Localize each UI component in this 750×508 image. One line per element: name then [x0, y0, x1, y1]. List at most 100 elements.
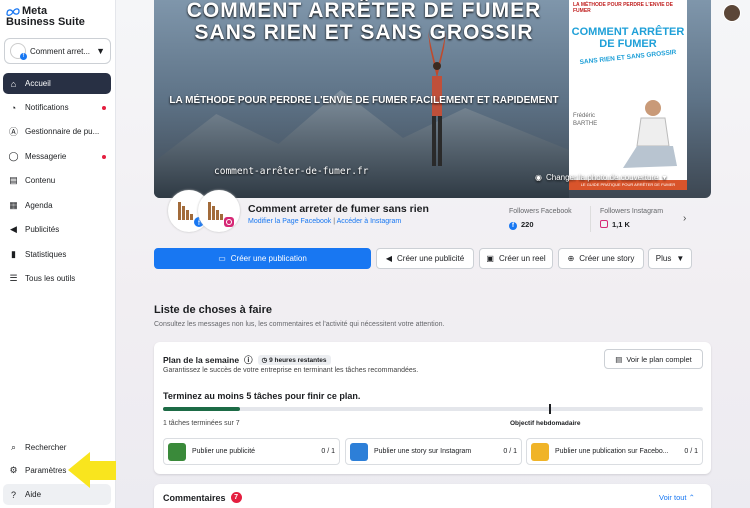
ad-manager-icon: Ⓐ [8, 127, 18, 137]
sidebar-item-label: Messagerie [25, 152, 67, 161]
sidebar-item-label: Aide [25, 490, 42, 499]
ad-task-icon [168, 442, 186, 461]
sidebar-item-label: Rechercher [25, 443, 67, 452]
search-icon: ⌕ [10, 442, 17, 452]
megaphone-icon: ◀ [385, 254, 392, 263]
task-count: 0 / 1 [684, 448, 698, 455]
chevron-right-icon[interactable]: › [683, 213, 686, 224]
sidebar-item-label: Paramètres [25, 466, 67, 475]
view-plan-label: Voir le plan complet [626, 354, 692, 364]
info-icon[interactable]: ⓘ [244, 354, 253, 366]
badge-label: 9 heures restantes [269, 357, 327, 364]
account-switcher[interactable]: f Comment arret... ▼ [4, 38, 111, 64]
instagram-icon [600, 220, 608, 228]
sidebar-item-notifications[interactable]: ◔ Notifications [3, 97, 111, 118]
page-name: Comment arreter de fumer sans rien [248, 203, 429, 215]
home-icon: ⌂ [10, 78, 17, 89]
gear-icon: ⚙ [9, 465, 18, 475]
author-first: Frédéric [573, 113, 596, 119]
more-button[interactable]: Plus ▼ [648, 248, 692, 269]
sidebar-item-label: Statistiques [25, 250, 67, 259]
account-avatar: f [10, 43, 27, 60]
weekly-plan-card: Plan de la semaine ⓘ ◷ 9 heures restantes … [154, 342, 711, 474]
sidebar-item-accueil[interactable]: ⌂ Accueil [3, 73, 111, 94]
open-instagram-link[interactable]: Accéder à Instagram [337, 218, 402, 225]
create-post-button[interactable]: ▭ Créer une publication [154, 248, 371, 269]
instagram-page-avatar[interactable] [198, 190, 240, 232]
chevron-down-icon: ▾ [662, 173, 667, 182]
chart-icon: ▮ [11, 249, 16, 259]
yellow-arrow-head [68, 452, 90, 488]
notification-dot [102, 154, 106, 159]
edit-facebook-page-link[interactable]: Modifier la Page Facebook [248, 218, 331, 225]
task-publish-facebook-post[interactable]: Publier une publication sur Facebo... 0 /… [526, 438, 703, 465]
view-full-plan-button[interactable]: ▤ Voir le plan complet [604, 349, 703, 369]
cover-url: comment-arrêter-de-fumer.fr [214, 166, 369, 177]
meta-infinity-icon [6, 7, 20, 16]
change-cover-label: Changer la photo de couverture [545, 173, 659, 182]
sidebar-item-statistiques[interactable]: ▮ Statistiques [3, 244, 111, 265]
todo-title: Liste de choses à faire [154, 304, 272, 316]
sidebar-item-rechercher[interactable]: ⌕ Rechercher [3, 437, 111, 458]
post-task-icon [531, 442, 549, 461]
account-name: Comment arret... [30, 46, 91, 56]
sidebar-item-aide[interactable]: ? Aide [3, 484, 111, 505]
progress-fill [163, 407, 241, 411]
sidebar-item-label: Accueil [25, 79, 51, 88]
bell-icon: ◔ [10, 102, 17, 113]
page-thumbnail-chart [208, 202, 234, 227]
sidebar-item-agenda[interactable]: ▦ Agenda [3, 195, 111, 216]
facebook-followers: Followers Facebook f 220 [509, 208, 572, 230]
sidebar-item-label: Publicités [25, 225, 60, 234]
task-count: 0 / 1 [321, 448, 335, 455]
tasks-done-text: 1 tâches terminées sur 7 [163, 420, 240, 427]
book-tagline: LA MÉTHODE POUR PERDRE L'ENVIE DE FUMER [573, 2, 673, 14]
story-icon: ⊕ [567, 254, 575, 263]
comments-count-badge: 7 [230, 492, 242, 503]
book-author: Frédéric BARTHE [573, 112, 597, 128]
plan-subtitle: Garantissez le succès de votre entrepris… [163, 367, 419, 374]
create-story-button[interactable]: ⊕ Créer une story [558, 248, 644, 269]
more-label: Plus [655, 254, 672, 263]
user-avatar[interactable] [723, 4, 741, 22]
meta-logo[interactable]: Meta Business Suite [6, 6, 85, 28]
cover-subtitle: LA MÉTHODE POUR PERDRE L'ENVIE DE FUMER … [169, 95, 559, 106]
task-publish-story-instagram[interactable]: Publier une story sur Instagram 0 / 1 [345, 438, 522, 465]
book-subtitle: SANS RIEN ET SANS GROSSIR [579, 48, 677, 67]
plan-goal: Terminez au moins 5 tâches pour finir ce… [163, 391, 361, 401]
sidebar-item-contenu[interactable]: ▤ Contenu [3, 170, 111, 191]
todo-subtitle: Consultez les messages non lus, les comm… [154, 321, 445, 328]
comments-title: Commentaires [163, 492, 226, 503]
sidebar-item-gestionnaire[interactable]: Ⓐ Gestionnaire de pu... [3, 121, 111, 142]
facebook-icon: f [509, 222, 517, 230]
document-icon: ▤ [615, 354, 623, 364]
book-cover: LA MÉTHODE POUR PERDRE L'ENVIE DE FUMER … [569, 0, 687, 190]
chat-icon: ◯ [8, 151, 19, 161]
task-label: Publier une publicité [192, 448, 256, 455]
task-publish-ad[interactable]: Publier une publicité 0 / 1 [163, 438, 340, 465]
change-cover-button[interactable]: ◉ Changer la photo de couverture ▾ [535, 173, 667, 182]
create-reel-button[interactable]: ▣ Créer un reel [479, 248, 553, 269]
fb-followers-label: Followers Facebook [509, 208, 572, 215]
weekly-objective-label: Objectif hebdomadaire [510, 420, 581, 427]
plan-header: Plan de la semaine ⓘ ◷ 9 heures restantes [163, 354, 331, 366]
help-icon: ? [10, 489, 16, 500]
create-post-label: Créer une publication [230, 254, 307, 263]
instagram-followers: Followers Instagram 1,1 K [600, 208, 663, 229]
sidebar-item-publicites[interactable]: ◀ Publicités [3, 219, 111, 240]
sidebar-item-label: Notifications [25, 103, 69, 112]
task-count: 0 / 1 [503, 448, 517, 455]
view-all-comments-link[interactable]: Voir tout ⌃ [659, 493, 695, 502]
sidebar-item-messagerie[interactable]: ◯ Messagerie [3, 146, 111, 167]
sidebar-item-tous-les-outils[interactable]: ☰ Tous les outils [3, 268, 111, 289]
calendar-icon: ▦ [9, 200, 18, 210]
sidebar-item-label: Tous les outils [25, 274, 76, 283]
megaphone-icon: ◀ [10, 224, 17, 234]
divider [590, 206, 591, 232]
chevron-down-icon: ▼ [96, 46, 105, 56]
time-remaining-badge: ◷ 9 heures restantes [257, 355, 331, 365]
view-all-label: Voir tout [659, 493, 687, 502]
caret-down-icon: ▼ [676, 254, 685, 263]
create-ad-button[interactable]: ◀ Créer une publicité [376, 248, 474, 269]
task-label: Publier une publication sur Facebo... [555, 448, 669, 455]
